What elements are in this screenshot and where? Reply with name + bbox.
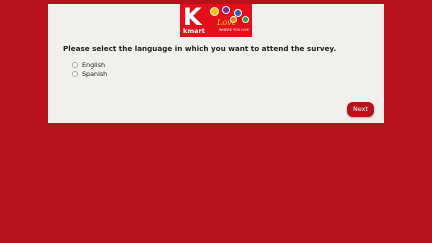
option-label: Spanish <box>82 70 108 78</box>
kmart-logo: K kmart Love WHERE YOU LIVE <box>180 4 252 37</box>
language-option-spanish[interactable]: Spanish <box>72 70 107 78</box>
option-label: English <box>82 61 106 69</box>
logo-decoration-icon <box>222 6 230 14</box>
radio-button[interactable] <box>72 71 78 77</box>
logo-decoration-icon <box>210 7 219 16</box>
survey-question: Please select the language in which you … <box>63 44 337 53</box>
language-option-english[interactable]: English <box>72 61 105 69</box>
logo-brand: kmart <box>183 27 205 35</box>
logo-decoration-icon <box>242 16 249 23</box>
logo-letter: K <box>183 4 202 31</box>
logo-tagline: WHERE YOU LIVE <box>219 28 250 32</box>
logo-script: Love <box>217 18 237 27</box>
next-button[interactable]: Next <box>347 102 374 117</box>
survey-panel: K kmart Love WHERE YOU LIVE Please selec… <box>48 4 384 123</box>
radio-button[interactable] <box>72 62 78 68</box>
